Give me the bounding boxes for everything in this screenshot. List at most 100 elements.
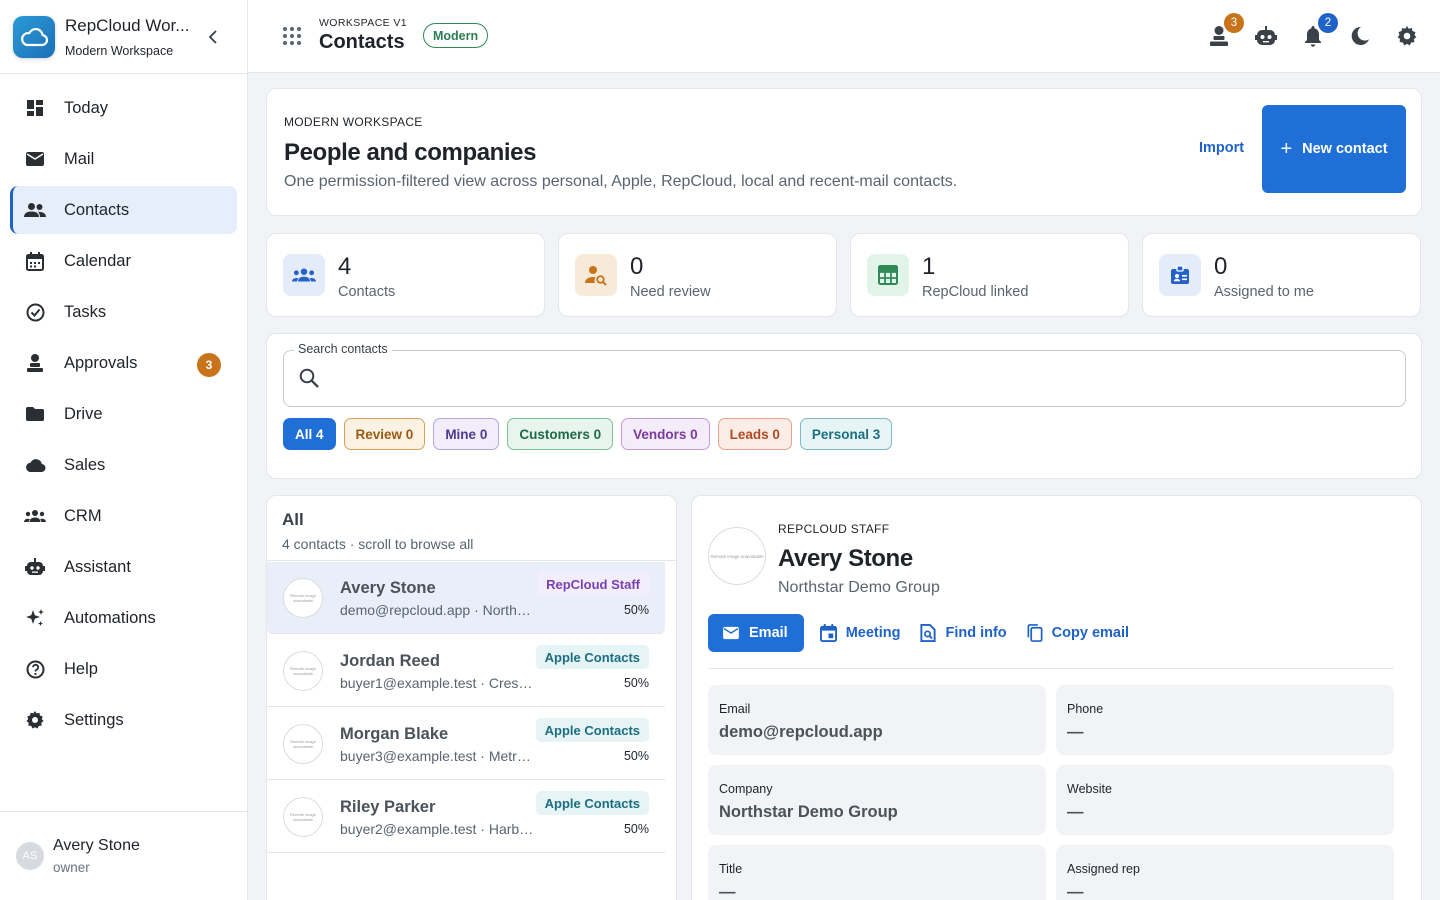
user-profile[interactable]: AS Avery Stone owner [0,811,247,900]
sidebar-item-settings[interactable]: Settings [10,696,237,744]
sidebar-item-tasks[interactable]: Tasks [10,288,237,336]
robot-icon [24,556,46,578]
cloud-logo-icon[interactable] [13,15,55,58]
sidebar-item-drive[interactable]: Drive [10,390,237,438]
sidebar-item-automations[interactable]: Automations [10,594,237,642]
filter-chip-leads[interactable]: Leads 0 [717,418,792,450]
field-label: Title [719,862,743,876]
filter-chip-mine[interactable]: Mine 0 [433,418,500,450]
copy-email-label: Copy email [1051,625,1130,641]
contact-meta: demo@repcloud.app · Northstar Demo Group [340,602,536,618]
sidebar-item-today[interactable]: Today [10,84,237,132]
notifications-button[interactable]: 2 [1300,13,1338,49]
detail-company: Northstar Demo Group [778,579,940,596]
import-button[interactable]: Import [1199,140,1244,156]
stat-label: Assigned to me [1214,284,1314,300]
sidebar-item-contacts[interactable]: Contacts [10,186,237,234]
field-value: — [1067,883,1084,900]
chevron-left-icon[interactable] [205,28,221,46]
folder-icon [24,403,46,425]
contact-meta: buyer1@example.test · Crescent Supply [340,675,536,691]
list-item[interactable]: Remote image unavailable Morgan Blake bu… [267,708,665,780]
find-info-button[interactable]: Find info [910,614,1016,652]
top-actions: 3 2 [1185,13,1420,49]
stat-card-contacts[interactable]: 4 Contacts [266,233,545,317]
gear-icon [24,709,46,731]
meeting-button[interactable]: Meeting [810,614,911,652]
sidebar-item-help[interactable]: Help [10,645,237,693]
mode-badge: Modern [423,23,489,48]
email-button[interactable]: Email [708,614,804,652]
filter-chip-all[interactable]: All 4 [283,418,336,450]
new-contact-label: New contact [1302,141,1388,157]
settings-button[interactable] [1394,23,1420,49]
search-label: Search contacts [294,342,392,356]
filter-chip-personal[interactable]: Personal 3 [799,418,893,450]
filter-chip-customers[interactable]: Customers 0 [507,418,614,450]
sidebar-item-label: Drive [64,404,103,423]
avatar: Remote image unavailable [708,527,766,585]
gear-icon [1397,26,1417,46]
document-search-icon [920,624,937,642]
copy-email-button[interactable]: Copy email [1017,614,1139,652]
assistant-button[interactable] [1253,23,1279,49]
sidebar-item-sales[interactable]: Sales [10,441,237,489]
sidebar-item-approvals[interactable]: Approvals 3 [10,339,237,387]
sidebar-item-crm[interactable]: CRM [10,492,237,540]
search-card: Search contacts All 4 Review 0 Mine 0 Cu… [266,333,1422,479]
stat-card-repcloud-linked[interactable]: 1 RepCloud linked [850,233,1129,317]
table-grid-icon [867,254,909,296]
completeness-percent: 50% [623,749,649,763]
sidebar-item-calendar[interactable]: Calendar [10,237,237,285]
field-value[interactable]: demo@repcloud.app [719,723,1035,742]
search-field[interactable]: Search contacts [283,342,1406,407]
list-title: All [282,510,304,529]
meeting-label: Meeting [845,625,901,641]
new-contact-button[interactable]: + New contact [1262,105,1406,193]
email-label: Email [749,625,788,641]
sidebar-item-label: Calendar [64,251,131,270]
filter-chips: All 4 Review 0 Mine 0 Customers 0 Vendor… [283,418,900,450]
field-value: — [1067,803,1084,821]
sidebar-item-label: Sales [64,455,106,474]
robot-icon [1255,26,1277,45]
field-value: — [719,883,736,900]
page-title: Contacts [319,31,405,53]
calendar-icon [24,250,46,272]
notifications-count-badge: 2 [1318,13,1338,33]
check-circle-icon [24,301,46,323]
sparkle-icon [24,607,46,629]
stat-label: Need review [630,284,711,300]
detail-source: REPCLOUD STAFF [778,522,890,536]
source-tag: Apple Contacts [535,718,649,742]
hero-description: One permission-filtered view across pers… [284,173,958,190]
filter-chip-review[interactable]: Review 0 [343,418,426,450]
filter-chip-vendors[interactable]: Vendors 0 [621,418,710,450]
moon-icon [1351,26,1369,45]
list-item[interactable]: Remote image unavailable Jordan Reed buy… [267,635,665,707]
list-item[interactable]: Remote image unavailable Avery Stone dem… [267,562,665,634]
cloud-icon [24,454,46,476]
contact-name: Riley Parker [340,798,436,816]
approvals-count-badge: 3 [1224,13,1244,33]
theme-toggle-button[interactable] [1347,23,1373,49]
sidebar-item-label: Tasks [64,302,107,321]
apps-grid-icon[interactable] [282,26,302,46]
field-value: Northstar Demo Group [719,803,898,821]
sidebar-item-mail[interactable]: Mail [10,135,237,183]
approvals-button[interactable]: 3 [1206,13,1244,49]
sidebar-item-assistant[interactable]: Assistant [10,543,237,591]
stat-card-assigned-to-me[interactable]: 0 Assigned to me [1142,233,1421,317]
dashboard-icon [24,97,46,119]
sidebar-item-label: Settings [64,710,124,729]
field-value: — [1067,723,1084,741]
top-bar: WORKSPACE V1 Contacts Modern 3 2 [248,0,1440,73]
list-item[interactable]: Remote image unavailable Riley Parker bu… [267,781,665,853]
stat-value: 0 [1214,253,1228,280]
mail-icon [24,148,46,170]
user-role: owner [53,860,90,875]
search-input[interactable] [334,363,1384,395]
stat-card-need-review[interactable]: 0 Need review [558,233,837,317]
avatar: Remote image unavailable [283,797,323,837]
approval-icon [24,352,46,374]
